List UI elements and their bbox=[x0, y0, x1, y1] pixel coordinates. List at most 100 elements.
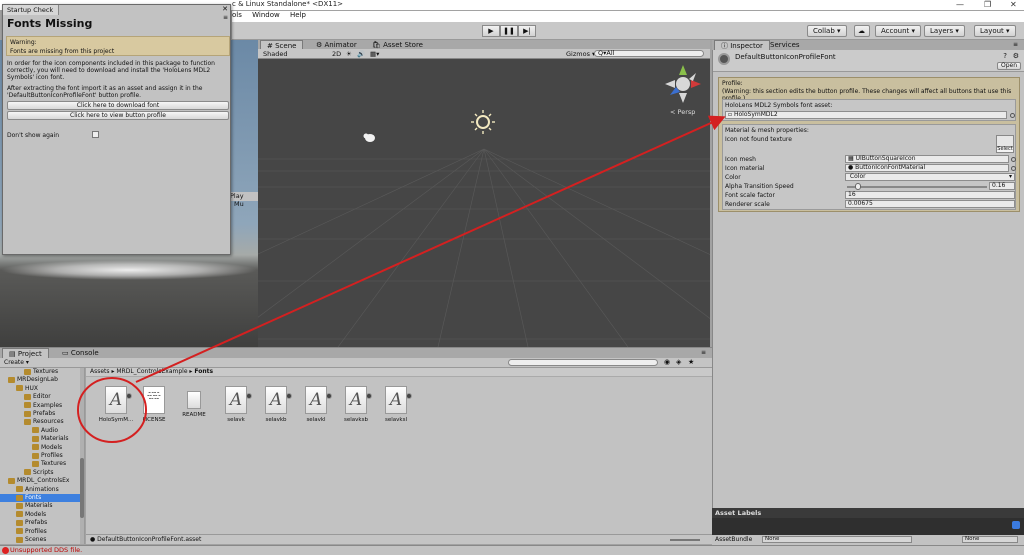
persp-label[interactable]: < Persp bbox=[670, 108, 695, 116]
pause-icon[interactable]: ❚❚ bbox=[500, 25, 518, 37]
alpha-speed-slider-track[interactable] bbox=[847, 186, 987, 188]
texture-slot[interactable]: Select bbox=[996, 135, 1014, 153]
settings-icon[interactable]: ⚙ bbox=[1013, 52, 1019, 60]
project-search-input[interactable] bbox=[508, 359, 658, 366]
breadcrumb-controls-example[interactable]: MRDL_ControlsExample bbox=[116, 368, 187, 375]
breadcrumb-assets[interactable]: Assets bbox=[90, 368, 110, 375]
dont-show-checkbox[interactable] bbox=[92, 131, 99, 138]
asset-item[interactable]: README bbox=[174, 386, 214, 418]
font-asset-field[interactable]: ▫ HoloSymMDL2 bbox=[725, 111, 1007, 119]
font-scale-field[interactable]: 16 bbox=[845, 191, 1015, 199]
tree-item[interactable]: MRDesignLab bbox=[0, 376, 58, 384]
tree-item[interactable]: Examples bbox=[0, 402, 62, 410]
expand-arrow-icon[interactable] bbox=[326, 393, 332, 399]
tree-item[interactable]: Prefabs bbox=[0, 519, 47, 527]
tree-item[interactable]: Profiles bbox=[0, 528, 47, 536]
tree-item[interactable]: Resources bbox=[0, 418, 64, 426]
sun-icon[interactable] bbox=[471, 110, 495, 134]
layout-button[interactable]: Layout ▾ bbox=[974, 25, 1016, 37]
tree-item[interactable]: Prefabs bbox=[0, 410, 55, 418]
expand-arrow-icon[interactable] bbox=[286, 393, 292, 399]
account-button[interactable]: Account ▾ bbox=[875, 25, 922, 37]
expand-arrow-icon[interactable] bbox=[126, 393, 132, 399]
tree-item[interactable]: Scenes bbox=[0, 536, 46, 544]
asset-bundle-dropdown[interactable]: None bbox=[762, 536, 912, 543]
scene-orientation-gizmo[interactable] bbox=[665, 65, 701, 103]
asset-item[interactable]: ▬ ▬▬ ▬ ▬▬ ▬▬ ▬ ▬▬ ▬▬ LICENSE bbox=[134, 386, 174, 423]
asset-item[interactable]: Aselavkl bbox=[296, 386, 336, 423]
minimize-icon[interactable]: — bbox=[956, 0, 964, 9]
tree-item[interactable]: Models bbox=[0, 511, 46, 519]
tree-item[interactable]: Fonts bbox=[0, 494, 84, 502]
filter-type-icon[interactable]: ◉ bbox=[664, 358, 670, 366]
panel-menu-icon[interactable]: ≡ bbox=[1013, 41, 1018, 48]
alpha-speed-field[interactable]: 0.16 bbox=[989, 182, 1015, 190]
asset-variant-dropdown[interactable]: None bbox=[962, 536, 1018, 543]
tab-project[interactable]: ▤ Project bbox=[2, 348, 49, 358]
alpha-speed-slider-thumb[interactable] bbox=[855, 183, 862, 190]
create-dropdown[interactable]: Create ▾ bbox=[4, 359, 29, 366]
color-dropdown[interactable]: Color ▾ bbox=[845, 173, 1015, 181]
startup-check-tab[interactable]: Startup Check bbox=[3, 5, 59, 15]
2d-toggle[interactable]: 2D bbox=[332, 50, 341, 58]
maximize-icon[interactable]: ❐ bbox=[984, 0, 991, 9]
menu-item-window[interactable]: Window bbox=[252, 11, 280, 19]
tree-scrollbar-thumb[interactable] bbox=[80, 458, 84, 518]
object-picker-icon[interactable] bbox=[1011, 166, 1016, 171]
object-picker-icon[interactable] bbox=[1011, 157, 1016, 162]
close-icon[interactable]: ✕ bbox=[222, 5, 228, 13]
tree-scrollbar[interactable] bbox=[80, 368, 84, 544]
renderer-scale-field[interactable]: 0.00675 bbox=[845, 200, 1015, 208]
window-menu-icon[interactable]: ≡ bbox=[223, 14, 228, 21]
tree-item[interactable]: HUX bbox=[0, 385, 38, 393]
shading-dropdown[interactable]: Shaded bbox=[263, 50, 287, 58]
menu-item-help[interactable]: Help bbox=[290, 11, 306, 19]
asset-item[interactable]: A HoloSymM... bbox=[96, 386, 136, 423]
audio-source-icon[interactable] bbox=[363, 133, 376, 143]
tree-item[interactable]: Textures bbox=[0, 460, 66, 468]
tree-item[interactable]: Animations bbox=[0, 486, 59, 494]
object-picker-icon[interactable] bbox=[1010, 113, 1015, 118]
tree-item[interactable]: Audio bbox=[0, 427, 58, 435]
collab-button[interactable]: Collab ▾ bbox=[807, 25, 847, 37]
asset-item[interactable]: Aselavksb bbox=[336, 386, 376, 423]
icon-material-field[interactable]: ● ButtonIconFontMaterial bbox=[845, 164, 1009, 172]
scene-view[interactable]: < Persp bbox=[258, 59, 710, 347]
audio-icon[interactable]: 🔊 bbox=[357, 50, 365, 58]
cloud-icon[interactable]: ☁ bbox=[854, 25, 870, 37]
tab-mu[interactable]: Mu bbox=[234, 200, 244, 208]
status-message[interactable]: Unsupported DDS file. bbox=[10, 546, 82, 554]
filter-label-icon[interactable]: ◈ bbox=[676, 358, 681, 366]
tree-item[interactable]: Textures bbox=[0, 368, 58, 376]
light-icon[interactable]: ☀ bbox=[346, 50, 352, 58]
tab-play[interactable]: Play bbox=[230, 192, 244, 200]
select-button[interactable]: Select bbox=[997, 146, 1013, 152]
favorite-icon[interactable]: ★ bbox=[688, 358, 694, 366]
expand-arrow-icon[interactable] bbox=[246, 393, 252, 399]
help-icon[interactable]: ? bbox=[1003, 52, 1007, 60]
view-profile-button[interactable]: Click here to view button profile bbox=[7, 111, 229, 120]
tab-inspector[interactable]: ⓘ Inspector bbox=[714, 40, 770, 50]
tree-item[interactable]: Materials bbox=[0, 502, 53, 510]
scene-search-input[interactable]: Q▾All bbox=[594, 50, 704, 57]
layers-button[interactable]: Layers ▾ bbox=[924, 25, 965, 37]
step-icon[interactable]: ▶| bbox=[518, 25, 536, 37]
panel-menu-icon[interactable]: ≡ bbox=[701, 349, 706, 356]
expand-arrow-icon[interactable] bbox=[406, 393, 412, 399]
label-tag-icon[interactable] bbox=[1012, 521, 1020, 529]
menu-item-tools[interactable]: ols bbox=[232, 11, 242, 19]
tree-item[interactable]: Editor bbox=[0, 393, 51, 401]
tree-item[interactable]: Profiles bbox=[0, 452, 63, 460]
gizmos-dropdown[interactable]: Gizmos ▾ bbox=[566, 50, 595, 58]
open-button[interactable]: Open bbox=[996, 62, 1021, 70]
asset-item[interactable]: Aselavk bbox=[216, 386, 256, 423]
icon-mesh-field[interactable]: ▦ UIButtonSquareIcon bbox=[845, 155, 1009, 163]
tree-item[interactable]: Scripts bbox=[0, 469, 54, 477]
close-icon[interactable]: ✕ bbox=[1010, 0, 1017, 9]
tab-services[interactable]: Services bbox=[764, 40, 806, 50]
tree-item[interactable]: MRDL_ControlsEx bbox=[0, 477, 69, 485]
breadcrumb-fonts[interactable]: Fonts bbox=[194, 368, 213, 375]
expand-arrow-icon[interactable] bbox=[366, 393, 372, 399]
icon-size-slider[interactable] bbox=[670, 539, 700, 541]
effects-icon[interactable]: ▦▾ bbox=[370, 50, 379, 58]
